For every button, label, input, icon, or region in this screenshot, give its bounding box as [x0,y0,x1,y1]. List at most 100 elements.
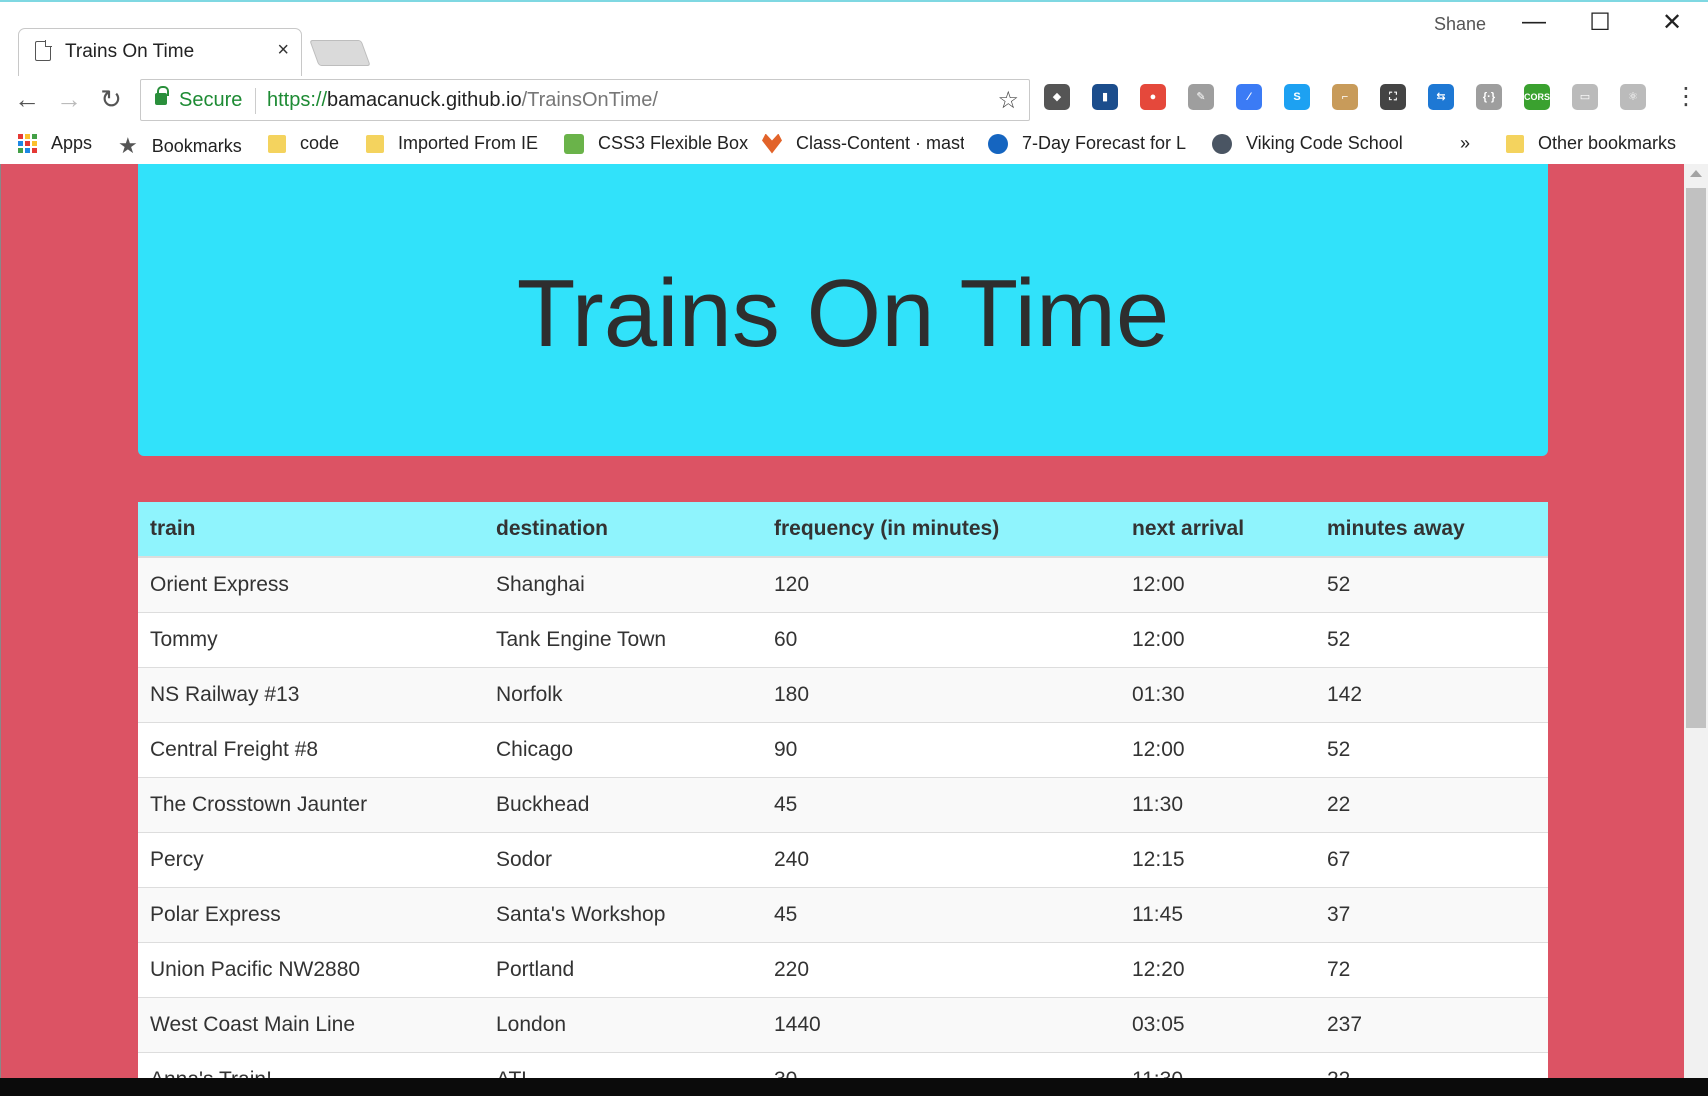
bookmark-label: code [300,133,340,153]
table-row: Orient Express Shanghai 120 12:00 52 [138,557,1548,612]
chrome-menu-icon[interactable]: ⋮ [1674,82,1698,111]
screenshot-icon[interactable]: ⛶ [1380,84,1406,110]
cell-destination: ATL [484,1052,762,1079]
skype-icon[interactable]: S [1284,84,1310,110]
header-frequency: frequency (in minutes) [774,517,1000,540]
edit-icon[interactable]: ✎ [1188,84,1214,110]
browser-toolbar: ← → ↻ Secure https://bamacanuck.github.i… [0,74,1708,126]
bookmark-label: Class-Content · mast [796,133,964,153]
bookmark-apps[interactable]: Apps [18,133,92,154]
ruler-icon[interactable]: ⌐ [1332,84,1358,110]
table-header-row: train destination frequency (in minutes)… [138,502,1548,557]
scroll-up-arrow-icon[interactable] [1690,170,1702,177]
bookmark-class-content[interactable]: Class-Content · mast [762,133,964,154]
bookmark-label: 7-Day Forecast for La [1022,133,1186,153]
cell-train: The Crosstown Jaunter [150,792,368,816]
cell-train: West Coast Main Line [150,1012,356,1036]
cell-minutes-away: 72 [1327,957,1351,981]
scroll-thumb[interactable] [1686,188,1706,728]
cell-minutes-away: 237 [1327,1012,1363,1036]
forward-button[interactable]: → [54,84,84,115]
maximize-button[interactable]: ☐ [1580,8,1620,37]
bookmark-bookmarks[interactable]: ★ Bookmarks [118,133,242,159]
record-icon[interactable]: ● [1140,84,1166,110]
minimize-button[interactable]: — [1514,8,1554,36]
close-window-button[interactable]: ✕ [1652,8,1692,37]
cell-destination: Santa's Workshop [496,902,666,926]
bookmark-imported-from-ie[interactable]: Imported From IE [366,133,538,154]
eyedropper-icon[interactable]: ⁄ [1236,84,1262,110]
cell-destination: Tank Engine Town [496,627,667,651]
cell-destination: Shanghai [496,572,585,596]
cell-next-arrival: 03:05 [1132,1012,1185,1036]
pocket-icon[interactable]: ◆ [1044,84,1070,110]
cell-frequency: 1440 [774,1012,821,1036]
header-train: train [150,517,196,540]
json-icon[interactable]: {·} [1476,84,1502,110]
cell-train: Central Freight #8 [150,737,319,761]
lock-icon [155,86,169,105]
bookmark-label: Other bookmarks [1538,133,1677,153]
bookmark-code[interactable]: code [268,133,339,154]
cell-next-arrival: 11:45 [1132,902,1183,926]
gitlab-icon [762,133,782,154]
new-tab-button[interactable] [309,40,371,66]
url-scheme: https:// [267,89,328,111]
cell-minutes-away: 22 [1315,1052,1548,1079]
cell-train: Union Pacific NW2880 [150,957,361,981]
cell-train: Anna's Train! [138,1052,484,1079]
cell-frequency: 60 [774,627,798,651]
cast-icon[interactable]: ▭ [1572,84,1598,110]
page-title: Trains On Time [516,260,1170,367]
cell-next-arrival: 12:20 [1132,957,1185,981]
react-icon[interactable]: ⚛ [1620,84,1646,110]
cell-destination: Buckhead [496,792,590,816]
bookmark-star-icon[interactable]: ☆ [997,86,1019,115]
tab-title: Trains On Time [65,41,195,62]
page-viewport: Trains On Time train destination frequen… [0,164,1708,1078]
header-next-arrival: next arrival [1132,517,1245,540]
table-row: Percy Sodor 240 12:15 67 [138,832,1548,887]
bookmark-label: Bookmarks [151,135,242,156]
transfer-icon[interactable]: ⇆ [1428,84,1454,110]
cell-frequency: 220 [774,957,810,981]
noaa-icon [988,133,1008,154]
cell-minutes-away: 37 [1327,902,1351,926]
profile-name[interactable]: Shane [1434,14,1486,35]
cell-frequency: 45 [774,792,798,816]
cell-destination: Sodor [496,847,553,871]
url-text[interactable]: https://bamacanuck.github.io/TrainsOnTim… [267,89,658,112]
cell-frequency: 180 [774,682,810,706]
trains-table-container: train destination frequency (in minutes)… [138,502,1548,1078]
viking-icon [1212,133,1232,154]
bookmark-css3-flexbox[interactable]: CSS3 Flexible Box [564,133,748,154]
bookmark-label: Apps [51,133,93,153]
cell-frequency: 30 [762,1052,1120,1079]
bookmark-forecast[interactable]: 7-Day Forecast for La [988,133,1186,154]
analytics-icon[interactable]: ▮ [1092,84,1118,110]
cell-minutes-away: 142 [1327,682,1363,706]
cell-minutes-away: 22 [1327,792,1351,816]
tab-close-icon[interactable]: × [277,39,289,62]
table-row: Tommy Tank Engine Town 60 12:00 52 [138,612,1548,667]
bookmark-other[interactable]: Other bookmarks [1506,133,1676,154]
vertical-scrollbar[interactable] [1684,164,1708,1078]
bookmark-viking-code-school[interactable]: Viking Code School [1212,133,1403,154]
tab-trains-on-time[interactable]: Trains On Time × [18,28,302,76]
taskbar-strip [0,1078,1708,1096]
table-row: The Crosstown Jaunter Buckhead 45 11:30 22 [138,777,1548,832]
cors-icon[interactable]: CORS [1524,84,1550,110]
cell-next-arrival: 12:00 [1132,572,1185,596]
page-icon [35,40,52,61]
bookmarks-overflow-button[interactable]: » [1460,133,1470,154]
cell-train: Polar Express [150,902,281,926]
header-destination: destination [496,517,609,540]
cell-next-arrival: 12:00 [1132,627,1185,651]
back-button[interactable]: ← [12,84,42,115]
cell-destination: Norfolk [496,682,563,706]
reload-button[interactable]: ↻ [96,84,126,115]
table-row: Union Pacific NW2880 Portland 220 12:20 72 [138,942,1548,997]
jumbotron: Trains On Time [138,164,1548,456]
tab-strip: Trains On Time × Shane — ☐ ✕ [0,2,1708,76]
address-bar[interactable]: Secure https://bamacanuck.github.io/Trai… [140,79,1030,121]
